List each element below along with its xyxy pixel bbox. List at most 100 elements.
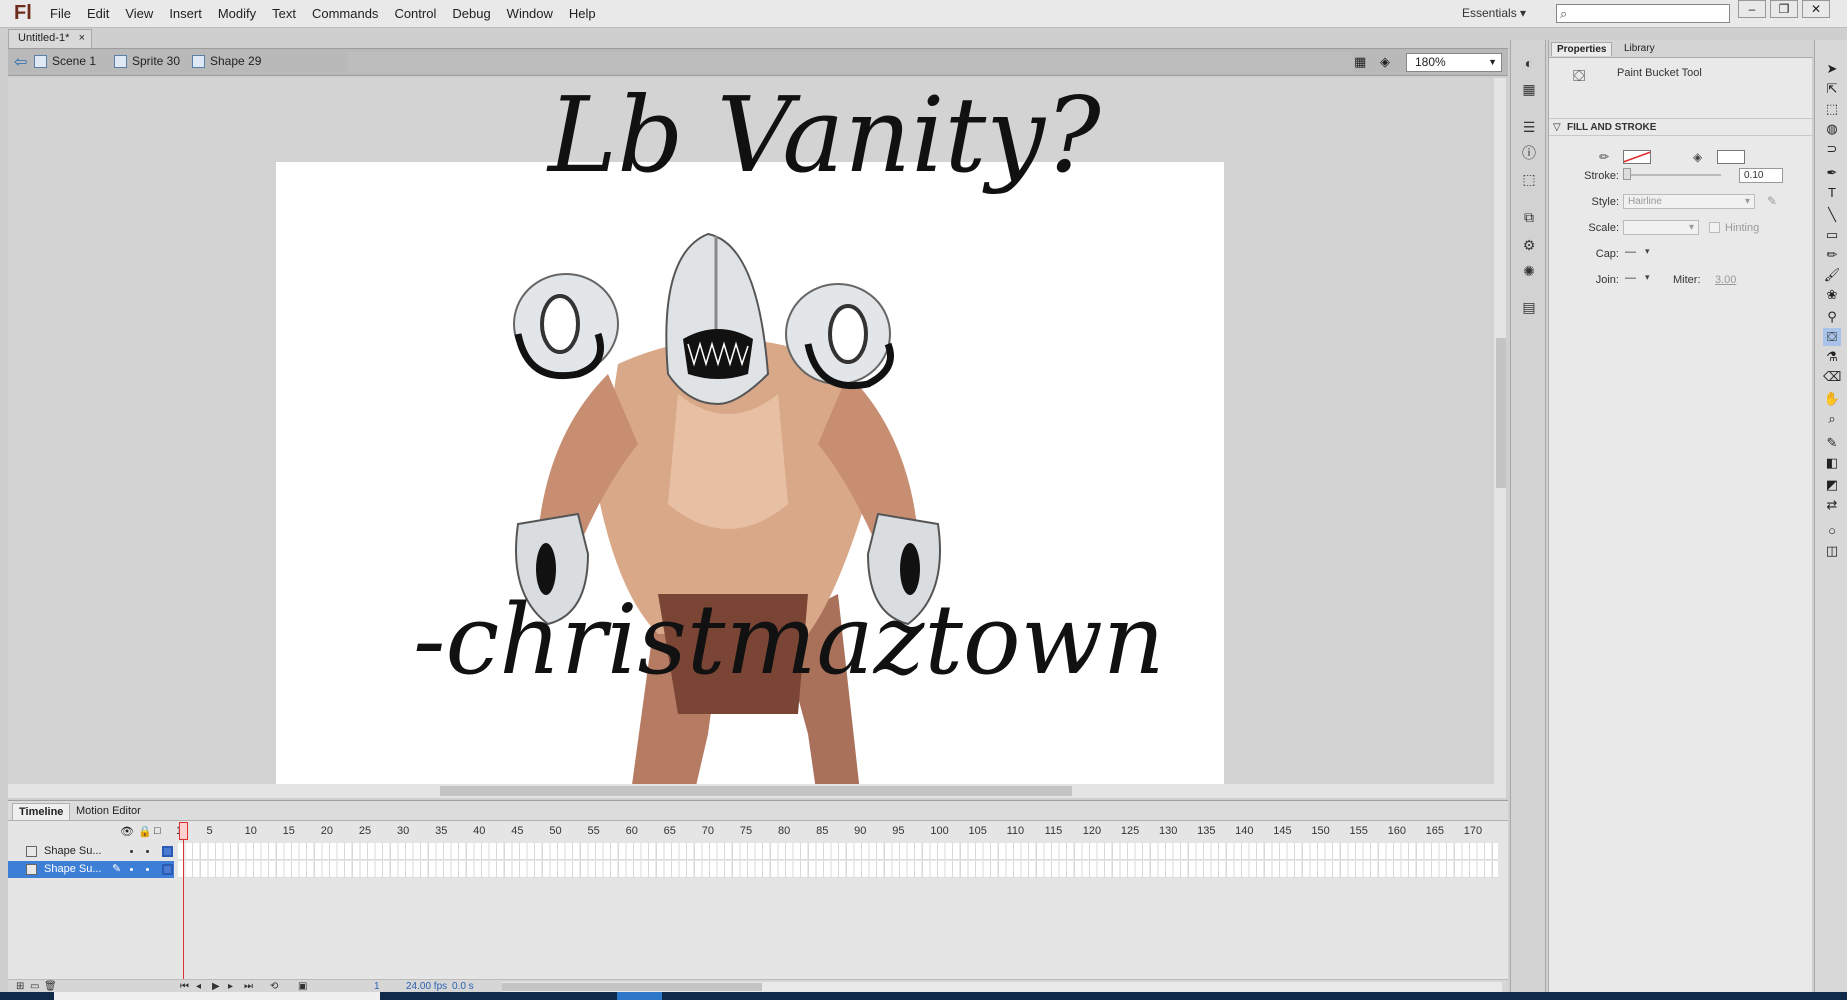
menu-help[interactable]: Help [561, 0, 604, 28]
menu-commands[interactable]: Commands [304, 0, 386, 28]
info-panel-icon[interactable]: ⓘ [1520, 144, 1538, 162]
workspace-switcher[interactable]: Essentials ▾ [1462, 0, 1526, 26]
layer-name-cell[interactable]: Shape Su... ✎ [8, 861, 174, 878]
lock-dot[interactable] [146, 850, 149, 853]
zoom-select[interactable]: 180% ▼ [1406, 53, 1502, 72]
hand-tool-icon[interactable]: ✋ [1823, 390, 1841, 408]
layer-name-cell[interactable]: Shape Su... [8, 843, 174, 860]
pen-tool-icon[interactable]: ✒ [1823, 164, 1841, 182]
fill-and-stroke-header[interactable]: ▽ FILL AND STROKE [1549, 118, 1813, 136]
edit-symbols-icon[interactable]: ◈ [1380, 54, 1398, 70]
eraser-tool-icon[interactable]: ⌫ [1823, 368, 1841, 386]
character-artwork[interactable] [508, 174, 948, 798]
brush-tool-icon[interactable]: 🖌 [1823, 266, 1841, 284]
tab-timeline[interactable]: Timeline [12, 803, 71, 820]
rectangle-tool-icon[interactable]: ▭ [1823, 226, 1841, 244]
components-panel-icon[interactable]: ⚙ [1520, 236, 1538, 254]
pencil-tool-icon[interactable]: ✏ [1823, 246, 1841, 264]
visibility-dot[interactable] [130, 868, 133, 871]
taskbar-item-active[interactable] [617, 992, 662, 1000]
color-panel-icon[interactable]: ◐ [1520, 54, 1538, 72]
layer-row[interactable]: Shape Su... [8, 843, 1498, 860]
scale-select[interactable]: ▾ [1623, 220, 1699, 235]
stroke-color-swatch[interactable] [1623, 150, 1651, 164]
join-value[interactable]: — [1625, 272, 1636, 284]
playhead[interactable] [179, 822, 189, 984]
frame-ruler[interactable]: 1510152025303540455055606570758085909510… [176, 823, 1506, 841]
outline-color-icon[interactable] [162, 864, 173, 875]
code-snippets-icon[interactable]: ⧉ [1520, 208, 1538, 226]
paint-bucket-tool-icon[interactable]: ⛋ [1823, 328, 1841, 346]
stage-caption-text[interactable]: -christmaztown [413, 584, 1165, 696]
eyedropper-tool-icon[interactable]: ⚗ [1823, 348, 1841, 366]
lasso-tool-icon[interactable]: ⊃ [1823, 140, 1841, 158]
restore-button[interactable]: ❐ [1770, 0, 1798, 18]
tab-motion-editor[interactable]: Motion Editor [70, 803, 147, 819]
motion-presets-icon[interactable]: ✺ [1520, 262, 1538, 280]
stage-horizontal-scroll-thumb[interactable] [440, 786, 1072, 796]
stroke-color-tool-icon[interactable]: ✎ [1823, 434, 1841, 452]
style-select[interactable]: Hairline ▾ [1623, 194, 1755, 209]
layer-name[interactable]: Shape Su... [44, 845, 102, 857]
stage-horizontal-scrollbar[interactable] [8, 784, 1494, 798]
transform-panel-icon[interactable]: ⬚ [1520, 170, 1538, 188]
snap-icon[interactable]: ◫ [1823, 542, 1841, 560]
edit-scene-icon[interactable]: ▦ [1354, 54, 1372, 70]
miter-value[interactable]: 3.00 [1715, 274, 1736, 286]
outline-color-icon[interactable] [162, 846, 173, 857]
object-drawing-icon[interactable]: ○ [1823, 522, 1841, 540]
subselection-tool-icon[interactable]: ⇱ [1823, 80, 1841, 98]
stage-title-text[interactable]: Lb Vanity? [548, 78, 1101, 196]
align-panel-icon[interactable]: ☰ [1520, 118, 1538, 136]
timeline-horizontal-scrollbar[interactable] [502, 982, 1502, 992]
menu-view[interactable]: View [117, 0, 161, 28]
lock-dot[interactable] [146, 868, 149, 871]
black-white-icon[interactable]: ◩ [1823, 476, 1841, 494]
swatches-panel-icon[interactable]: ▦ [1520, 80, 1538, 98]
free-transform-tool-icon[interactable]: ⬚ [1823, 100, 1841, 118]
layer-frames[interactable] [178, 861, 1498, 878]
3d-rotation-tool-icon[interactable]: ◍ [1823, 120, 1841, 138]
fill-color-swatch[interactable] [1717, 150, 1745, 164]
menu-edit[interactable]: Edit [79, 0, 117, 28]
chevron-down-icon[interactable]: ▾ [1645, 272, 1650, 283]
hinting-checkbox[interactable] [1709, 222, 1720, 233]
close-window-button[interactable]: ✕ [1802, 0, 1830, 18]
history-panel-icon[interactable]: ▤ [1520, 298, 1538, 316]
playhead-handle[interactable] [179, 822, 188, 840]
layer-frames[interactable] [178, 843, 1498, 860]
visibility-dot[interactable] [130, 850, 133, 853]
zoom-tool-icon[interactable]: ⌕ [1823, 410, 1841, 428]
deco-tool-icon[interactable]: ❀ [1823, 286, 1841, 304]
breadcrumb-shape[interactable]: Shape 29 [192, 54, 261, 68]
edit-stroke-style-icon[interactable]: ✎ [1767, 194, 1777, 208]
close-tab-icon[interactable]: × [79, 30, 85, 47]
eye-icon[interactable]: 👁 [120, 825, 134, 838]
menu-file[interactable]: File [42, 0, 79, 28]
line-tool-icon[interactable]: ╲ [1823, 206, 1841, 224]
stroke-slider-track[interactable] [1623, 174, 1721, 176]
bone-tool-icon[interactable]: ⚲ [1823, 308, 1841, 326]
menu-modify[interactable]: Modify [210, 0, 264, 28]
taskbar-item[interactable] [54, 992, 380, 1000]
back-arrow-icon[interactable]: ⇦ [14, 52, 27, 72]
outline-icon[interactable]: □ [154, 825, 161, 837]
stroke-slider-knob[interactable] [1623, 168, 1631, 180]
tab-library[interactable]: Library [1619, 42, 1660, 55]
breadcrumb-sprite[interactable]: Sprite 30 [114, 54, 180, 68]
cap-value[interactable]: — [1625, 246, 1636, 258]
menu-insert[interactable]: Insert [161, 0, 210, 28]
timeline-scroll-thumb[interactable] [502, 983, 762, 991]
breadcrumb-scene[interactable]: Scene 1 [34, 54, 96, 68]
fill-color-tool-icon[interactable]: ◧ [1823, 454, 1841, 472]
menu-text[interactable]: Text [264, 0, 304, 28]
document-tab[interactable]: Untitled-1* × [8, 29, 92, 48]
menu-window[interactable]: Window [499, 0, 561, 28]
lock-icon[interactable]: 🔒 [138, 825, 152, 838]
chevron-down-icon[interactable]: ▾ [1645, 246, 1650, 257]
tab-properties[interactable]: Properties [1551, 42, 1613, 56]
menu-debug[interactable]: Debug [444, 0, 498, 28]
stage-vertical-scroll-thumb[interactable] [1496, 338, 1506, 488]
selection-tool-icon[interactable]: ➤ [1823, 60, 1841, 78]
stroke-value-field[interactable]: 0.10 [1739, 168, 1783, 183]
